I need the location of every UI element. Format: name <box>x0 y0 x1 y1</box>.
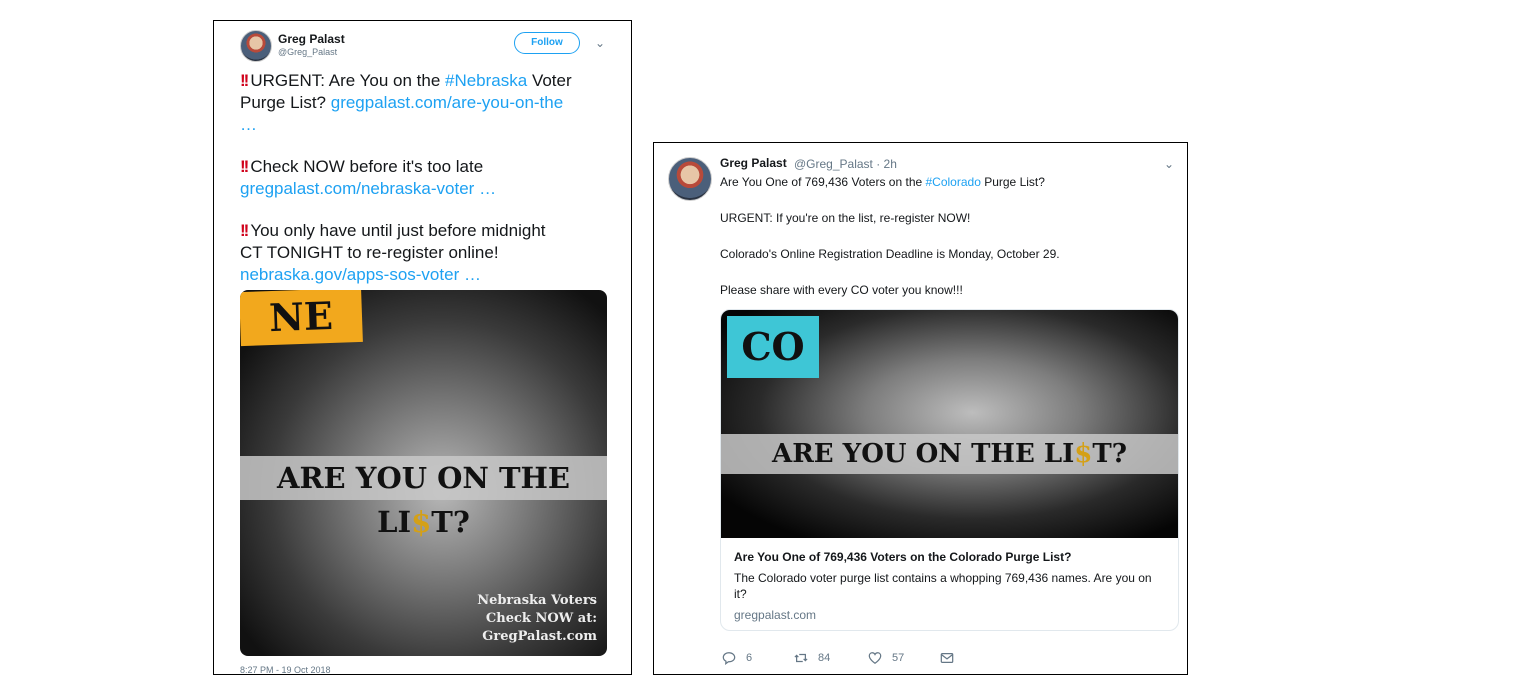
tweet-text: Purge List? <box>980 175 1045 189</box>
caption-line: Check NOW at: <box>485 611 597 626</box>
retweet-icon <box>794 653 808 663</box>
tweet-text: Purge List? <box>240 93 331 112</box>
chevron-down-icon[interactable]: ⌄ <box>1164 157 1174 171</box>
hashtag-link[interactable]: #Nebraska <box>445 71 527 90</box>
state-tag: CO <box>727 316 819 378</box>
banner-text: T? <box>431 505 470 539</box>
follow-button[interactable]: Follow <box>514 32 580 54</box>
tweet-line: Are You One of 769,436 Voters on the #Co… <box>720 175 1045 189</box>
tweet-line: !! URGENT: Are You on the #Nebraska Voter <box>240 70 572 92</box>
tweet-line: !! You only have until just before midnig… <box>240 220 546 242</box>
banner-dollar: $ <box>1074 439 1093 469</box>
url-link-ellipsis[interactable]: … <box>240 114 257 136</box>
exclamation-icon: !! <box>240 221 249 240</box>
tweet-text: Are You One of 769,436 Voters on the <box>720 175 926 189</box>
retweet-button[interactable]: 84 <box>794 651 830 665</box>
tweet-text: You only have until just before midnight <box>250 221 546 240</box>
tweet-colorado: Greg Palast @Greg_Palast · 2h ⌄ Are You … <box>653 142 1188 675</box>
card-image: CO ARE YOU ON THE LI$T? <box>721 310 1178 538</box>
image-banner: ARE YOU ON THE LI$T? <box>721 434 1178 474</box>
tweet-text: CT TONIGHT to re-register online! <box>240 243 499 262</box>
tweet-line: !! Check NOW before it's too late <box>240 156 483 178</box>
chevron-down-icon[interactable]: ⌄ <box>595 36 605 50</box>
message-icon <box>940 653 954 663</box>
banner-text: ARE YOU ON THE LI <box>772 439 1075 469</box>
card-description: The Colorado voter purge list contains a… <box>734 571 1152 601</box>
message-button[interactable] <box>940 651 954 665</box>
tweet-text: Colorado's Online Registration Deadline … <box>720 247 1060 261</box>
user-handle[interactable]: @Greg_Palast <box>278 47 337 57</box>
tweet-nebraska: Greg Palast @Greg_Palast Follow ⌄ !! URGE… <box>213 20 632 675</box>
exclamation-icon: !! <box>240 157 249 176</box>
tweet-image[interactable]: NE ARE YOU ON THE LI$T? Nebraska Voters … <box>240 290 607 656</box>
user-name[interactable]: Greg Palast <box>278 32 345 46</box>
reply-button[interactable]: 6 <box>722 651 752 665</box>
banner-dollar: $ <box>411 505 432 539</box>
card-title: Are You One of 769,436 Voters on the Col… <box>734 550 1072 564</box>
url-link[interactable]: gregpalast.com/are-you-on-the <box>331 93 563 112</box>
caption-line: GregPalast.com <box>482 629 597 644</box>
tweet-text: Please share with every CO voter you kno… <box>720 283 963 297</box>
tweet-text: URGENT: Are You on the <box>250 71 445 90</box>
state-tag: NE <box>240 290 363 347</box>
tweet-timestamp[interactable]: 8:27 PM - 19 Oct 2018 <box>240 665 331 674</box>
banner-text: T? <box>1092 439 1127 469</box>
url-link[interactable]: nebraska.gov/apps-sos-voter … <box>240 264 481 286</box>
user-handle-time[interactable]: @Greg_Palast · 2h <box>794 157 897 171</box>
tweet-text: Check NOW before it's too late <box>250 157 484 176</box>
like-button[interactable]: 57 <box>868 651 904 665</box>
user-name[interactable]: Greg Palast <box>720 156 787 170</box>
reply-icon <box>722 652 736 665</box>
caption-line: Nebraska Voters <box>477 593 597 608</box>
retweet-count: 84 <box>818 652 831 664</box>
tweet-text: URGENT: If you're on the list, re-regist… <box>720 211 971 225</box>
tweet-text: Voter <box>527 71 572 90</box>
image-caption: Nebraska Voters Check NOW at: GregPalast… <box>477 592 597 646</box>
avatar[interactable] <box>668 157 712 201</box>
reply-count: 6 <box>746 652 753 664</box>
like-count: 57 <box>892 652 905 664</box>
card-url: gregpalast.com <box>734 608 817 622</box>
like-icon <box>868 652 882 664</box>
url-link[interactable]: gregpalast.com/nebraska-voter … <box>240 178 496 200</box>
exclamation-icon: !! <box>240 71 249 90</box>
link-card[interactable]: CO ARE YOU ON THE LI$T? Are You One of 7… <box>720 309 1179 631</box>
avatar[interactable] <box>240 30 272 62</box>
hashtag-link[interactable]: #Colorado <box>926 175 981 189</box>
tweet-line: Purge List? gregpalast.com/are-you-on-th… <box>240 92 563 114</box>
image-banner: ARE YOU ON THE LI$T? <box>240 456 607 539</box>
